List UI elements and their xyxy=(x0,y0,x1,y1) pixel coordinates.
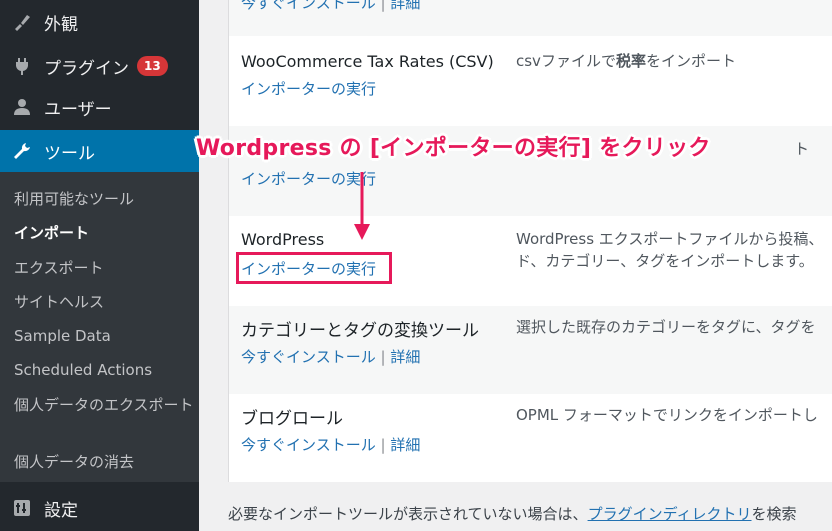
importer-description-text: csvファイルで xyxy=(516,52,616,70)
menu-plugins[interactable]: プラグイン 13 xyxy=(0,46,199,86)
importer-description-bold: 税率 xyxy=(615,52,646,70)
importers-table: 今すぐインストール | 詳細 WooCommerce Tax Rates (CS… xyxy=(228,0,832,482)
importer-description-line2: ド、カテゴリー、タグをインポートします。 xyxy=(516,252,814,270)
importer-description-line1: WordPress エクスポートファイルから投稿、 xyxy=(516,230,824,248)
menu-tools-label: ツール xyxy=(44,143,95,164)
run-importer-link[interactable]: インポーターの実行 xyxy=(241,78,376,99)
submenu-sample-data[interactable]: Sample Data xyxy=(14,327,111,345)
plugin-update-badge: 13 xyxy=(137,56,168,76)
admin-sidebar: 外観 プラグイン 13 ユーザー ツール 利用可能なツール インポート エクスポ… xyxy=(0,0,199,531)
footer-note: 必要なインポートツールが表示されていない場合は、プラグインディレクトリを検索 xyxy=(228,503,797,524)
submenu-available-tools[interactable]: 利用可能なツール xyxy=(14,188,134,209)
details-link[interactable]: 詳細 xyxy=(390,436,420,454)
user-icon xyxy=(10,95,34,119)
submenu-import[interactable]: インポート xyxy=(14,222,89,243)
submenu-export-personal-data[interactable]: 個人データのエクスポート xyxy=(14,394,194,416)
importer-install-link[interactable]: 今すぐインストール | 詳細 xyxy=(241,434,420,455)
importer-description: OPML フォーマットでリンクをインポートし xyxy=(516,406,818,424)
callout-highlight-box xyxy=(236,252,392,284)
importer-row: 今すぐインストール | 詳細 xyxy=(229,0,832,36)
callout-annotation: Wordpress の [インポーターの実行] をクリック xyxy=(196,136,711,161)
importer-row: カテゴリーとタグの変換ツール 今すぐインストール | 詳細 選択した既存のカテゴ… xyxy=(229,306,832,394)
install-now-link[interactable]: 今すぐインストール xyxy=(241,436,376,454)
menu-plugins-label: プラグイン xyxy=(44,58,129,79)
details-link[interactable]: 詳細 xyxy=(390,348,420,366)
install-now-link[interactable]: 今すぐインストール xyxy=(241,0,376,12)
footer-note-text: 必要なインポートツールが表示されていない場合は、 xyxy=(228,505,588,523)
plugin-icon xyxy=(10,54,34,78)
menu-appearance-label: 外観 xyxy=(44,14,78,35)
link-separator: | xyxy=(380,0,391,12)
importer-name: WordPress xyxy=(241,230,325,249)
importer-install-link[interactable]: 今すぐインストール | 詳細 xyxy=(241,346,420,367)
submenu-erase-personal-data[interactable]: 個人データの消去 xyxy=(14,451,134,472)
menu-settings[interactable]: 設定 xyxy=(0,488,199,528)
submenu-scheduled-actions[interactable]: Scheduled Actions xyxy=(14,361,152,379)
importer-name: カテゴリーとタグの変換ツール xyxy=(241,321,479,341)
importer-description: ト xyxy=(794,140,810,158)
importer-description: 選択した既存のカテゴリーをタグに、タグを xyxy=(516,318,816,336)
menu-settings-label: 設定 xyxy=(44,500,78,521)
callout-arrow-icon xyxy=(354,172,370,240)
paintbrush-icon xyxy=(10,10,34,34)
importer-row: ブログロール 今すぐインストール | 詳細 OPML フォーマットでリンクをイン… xyxy=(229,394,832,482)
menu-tools[interactable]: ツール xyxy=(0,130,199,172)
menu-users-label: ユーザー xyxy=(44,99,112,120)
importer-description-tail: をインポート xyxy=(645,52,736,70)
submenu-export[interactable]: エクスポート xyxy=(14,257,104,278)
link-separator: | xyxy=(380,436,391,454)
submenu-site-health[interactable]: サイトヘルス xyxy=(14,291,104,312)
settings-icon xyxy=(10,496,34,520)
details-link[interactable]: 詳細 xyxy=(390,0,420,12)
link-separator: | xyxy=(380,348,391,366)
importer-install-link[interactable]: 今すぐインストール | 詳細 xyxy=(241,0,420,13)
importer-name: ブログロール xyxy=(241,409,343,429)
tools-submenu: 利用可能なツール インポート エクスポート サイトヘルス Sample Data… xyxy=(0,172,199,482)
importer-name: WooCommerce Tax Rates (CSV) xyxy=(241,52,494,71)
importer-description: csvファイルで税率をインポート xyxy=(516,50,736,72)
menu-appearance[interactable]: 外観 xyxy=(0,2,199,42)
wrench-icon xyxy=(10,139,34,163)
plugin-directory-link[interactable]: プラグインディレクトリ xyxy=(588,505,752,523)
importer-row: WooCommerce Tax Rates (CSV) インポーターの実行 cs… xyxy=(229,36,832,126)
menu-users[interactable]: ユーザー xyxy=(0,87,199,127)
install-now-link[interactable]: 今すぐインストール xyxy=(241,348,376,366)
footer-note-tail: を検索 xyxy=(751,505,797,523)
importer-description: WordPress エクスポートファイルから投稿、 ド、カテゴリー、タグをインポ… xyxy=(516,228,823,272)
